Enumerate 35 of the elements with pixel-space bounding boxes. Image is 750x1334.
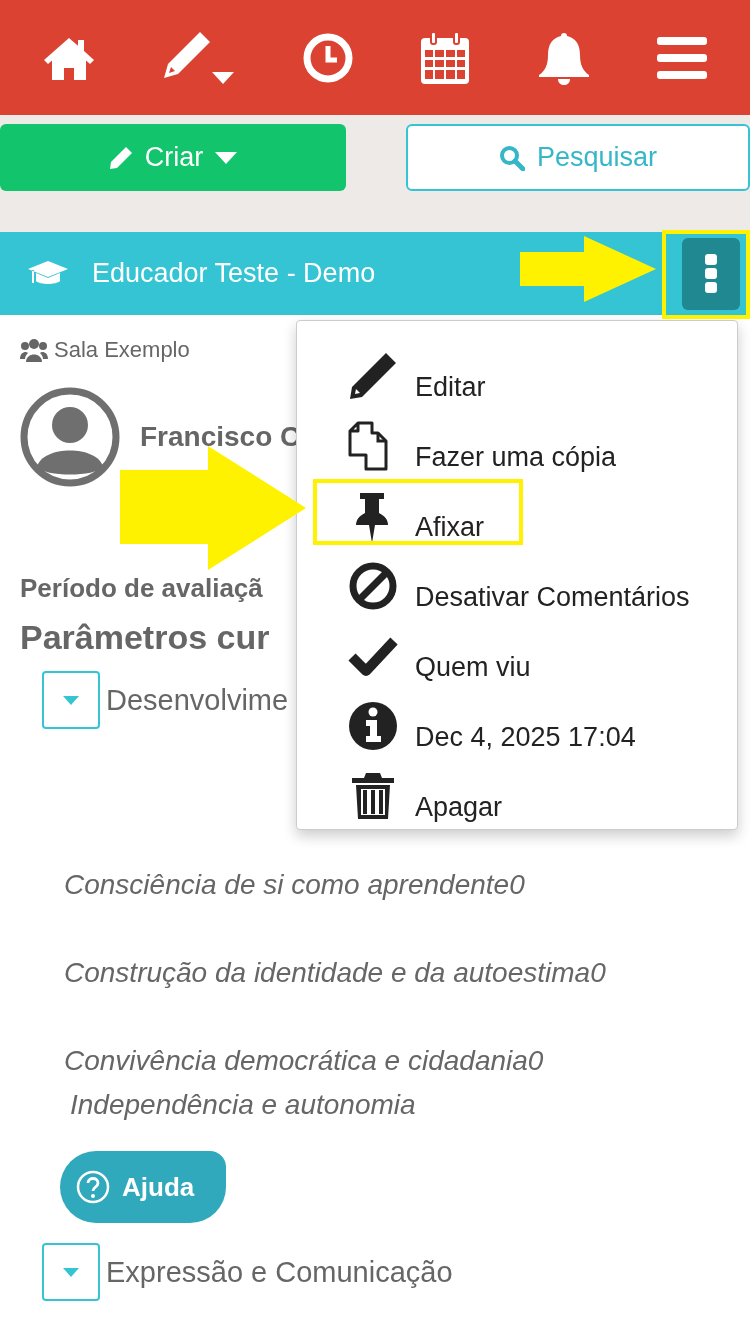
- evaluation-period-label: Período de avaliaçã: [20, 573, 263, 604]
- avatar-icon: [20, 387, 120, 487]
- menu-item[interactable]: Afixar: [297, 479, 737, 549]
- parameter-text: Consciência de si como aprendente0: [64, 869, 526, 901]
- menu-item[interactable]: Editar: [297, 339, 737, 409]
- menu-item[interactable]: Quem viu: [297, 619, 737, 689]
- section-title: Parâmetros cur: [20, 618, 270, 657]
- kebab-icon: [704, 254, 718, 294]
- clock-icon[interactable]: [302, 32, 353, 83]
- group-title: Expressão e Comunicação: [106, 1255, 453, 1289]
- menu-item[interactable]: Apagar: [297, 759, 737, 829]
- group-title: Desenvolvime: [106, 683, 289, 717]
- group-icon: [20, 338, 48, 362]
- caret-icon: [63, 695, 79, 705]
- parameter-text: Convivência democrática e cidadania0: [64, 1045, 545, 1077]
- expand-toggle[interactable]: [42, 671, 100, 729]
- post-title: Educador Teste - Demo: [92, 258, 376, 289]
- menu-item[interactable]: Fazer uma cópia: [297, 409, 737, 479]
- caret-icon: [63, 1267, 79, 1277]
- pencil-icon: [108, 145, 133, 170]
- parameter-text: Independência e autonomia: [70, 1089, 417, 1121]
- info-icon: [347, 701, 399, 753]
- more-options-button[interactable]: [682, 238, 740, 310]
- question-icon: [76, 1170, 110, 1204]
- search-icon: [498, 144, 525, 171]
- class-name: Sala Exemplo: [54, 337, 190, 363]
- bell-icon[interactable]: [537, 30, 590, 85]
- menu-item[interactable]: Dec 4, 2025 17:04: [297, 689, 737, 759]
- home-icon[interactable]: [43, 35, 96, 80]
- menu-item[interactable]: Desativar Comentários: [297, 549, 737, 619]
- menu-icon[interactable]: [656, 36, 707, 79]
- parameter-text: Construção da identidade e da autoestima0: [64, 957, 607, 989]
- caret-icon: [215, 151, 238, 164]
- expand-toggle[interactable]: [42, 1243, 100, 1301]
- pencil-icon[interactable]: [162, 29, 236, 86]
